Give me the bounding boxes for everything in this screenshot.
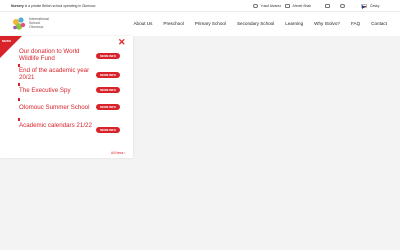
facebook-link[interactable] (325, 3, 330, 9)
language-label: Česky (370, 4, 380, 8)
main-nav: About Us Preschool Primary School Second… (133, 21, 387, 26)
divider (18, 83, 20, 86)
news-corner-label: NEWS (2, 39, 11, 43)
phone-icon (253, 3, 258, 9)
nav-why-isolvo[interactable]: Why ISolvo? (314, 21, 340, 26)
nav-primary-school[interactable]: Primary School (195, 21, 226, 26)
news-item: Olomouc Summer School MORE INFO (19, 104, 124, 113)
site-header: International School Olomouc About Us Pr… (0, 12, 400, 36)
facebook-icon (325, 3, 330, 9)
logo-text: International School Olomouc (29, 17, 49, 30)
more-info-button[interactable]: MORE INFO (96, 104, 120, 110)
phone-link[interactable]: Yusuf Alvarez (253, 3, 281, 9)
email-icon (285, 3, 290, 9)
nav-about-us[interactable]: About Us (133, 21, 152, 26)
nav-contact[interactable]: Contact (371, 21, 387, 26)
news-item-title[interactable]: The Executive Spy (19, 87, 93, 94)
news-item: Academic calendars 21/22 MORE INFO (19, 122, 124, 137)
school-logo-icon[interactable] (10, 15, 28, 33)
instagram-link[interactable] (340, 3, 345, 9)
email-label: Ahmet Shah (292, 4, 312, 8)
czech-flag-icon (361, 4, 367, 9)
intro-text: Nursery is a private British school oper… (11, 4, 95, 8)
instagram-icon (340, 3, 345, 9)
news-item: The Executive Spy MORE INFO (19, 87, 124, 96)
intro-rest: is a private British school operating in… (24, 3, 96, 8)
logo-line-3: Olomouc (29, 25, 44, 30)
news-item-title[interactable]: End of the academic year 20/21 (19, 67, 93, 81)
more-info-button[interactable]: MORE INFO (96, 127, 120, 133)
close-icon[interactable]: ✕ (118, 38, 126, 47)
news-item-title[interactable]: Olomouc Summer School (19, 104, 93, 111)
nav-faq[interactable]: FAQ (351, 21, 360, 26)
intro-bold: Nursery (11, 3, 24, 8)
more-info-button[interactable]: MORE INFO (96, 72, 120, 78)
nav-preschool[interactable]: Preschool (163, 21, 183, 26)
news-panel: NEWS ✕ Our donation to World Wildlife Fu… (0, 36, 133, 158)
top-bar: Nursery is a private British school oper… (0, 0, 400, 12)
language-switch[interactable]: Česky (361, 3, 379, 9)
news-item: End of the academic year 20/21 MORE INFO (19, 67, 124, 82)
email-link[interactable]: Ahmet Shah (285, 3, 311, 9)
divider (18, 118, 20, 121)
nav-learning[interactable]: Learning (285, 21, 303, 26)
news-item: Our donation to World Wildlife Fund MORE… (19, 48, 124, 63)
news-item-title[interactable]: Academic calendars 21/22 (19, 122, 93, 129)
more-info-button[interactable]: MORE INFO (96, 87, 120, 93)
nav-secondary-school[interactable]: Secondary School (237, 21, 274, 26)
divider (18, 98, 20, 101)
phone-label: Yusuf Alvarez (260, 4, 282, 8)
news-item-title[interactable]: Our donation to World Wildlife Fund (19, 48, 93, 62)
all-news-link[interactable]: All News › (111, 151, 125, 155)
more-info-button[interactable]: MORE INFO (96, 53, 120, 59)
